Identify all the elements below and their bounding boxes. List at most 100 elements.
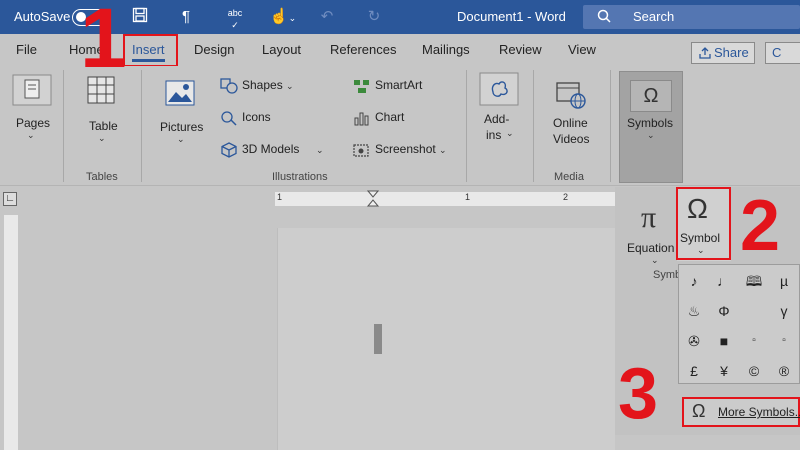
chevron-down-icon: ⌄ xyxy=(439,145,447,156)
symbol-cell[interactable]: ¥ xyxy=(709,357,739,385)
symbol-cell[interactable]: ® xyxy=(769,357,799,385)
indent-marker-icon[interactable] xyxy=(367,190,379,208)
symbol-cell[interactable]: γ xyxy=(769,297,799,325)
omega-icon: Ω xyxy=(630,80,672,112)
ruler-number: 1 xyxy=(465,192,471,202)
text-cursor xyxy=(374,324,382,354)
paragraph-icon[interactable]: ¶ xyxy=(178,7,194,27)
tab-review[interactable]: Review xyxy=(499,42,542,57)
tab-selector-button[interactable]: ∟ xyxy=(3,192,17,206)
chevron-down-icon: ⌄ xyxy=(506,128,514,138)
pictures-label: Pictures xyxy=(160,120,204,134)
icons-icon xyxy=(221,111,237,126)
ruler-number: 2 xyxy=(563,192,569,202)
autosave-label: AutoSave xyxy=(14,9,71,24)
share-label: Share xyxy=(714,45,749,60)
symbol-gallery: ♪ ♩ 🕮 µ ♨ Φ γ ✇ ■ ▫ ▫ £ ¥ © ® xyxy=(678,264,800,384)
symbol-cell[interactable]: 🕮 xyxy=(739,267,769,295)
share-button[interactable]: Share xyxy=(691,42,755,64)
ribbon-separator xyxy=(610,70,611,182)
pages-icon xyxy=(12,74,52,106)
pages-label: Pages xyxy=(16,116,51,130)
tab-references[interactable]: References xyxy=(330,42,396,57)
chart-icon xyxy=(354,112,369,126)
more-symbols-button[interactable]: Ω More Symbols... xyxy=(682,397,800,427)
shapes-button[interactable]: Shapes ⌄ xyxy=(220,78,294,94)
symbol-cell[interactable] xyxy=(739,297,769,325)
ruler-bar: ∟ 1 1 2 xyxy=(0,187,615,211)
save-icon[interactable] xyxy=(130,7,150,27)
document-page[interactable] xyxy=(277,228,615,450)
symbol-cell[interactable]: µ xyxy=(769,267,799,295)
symbol-cell[interactable]: ▫ xyxy=(739,327,769,355)
tab-layout[interactable]: Layout xyxy=(262,42,301,57)
online-videos-button[interactable]: Online Videos xyxy=(547,70,595,170)
shapes-label: Shapes xyxy=(242,78,283,93)
search-box[interactable]: Search xyxy=(583,5,800,29)
screenshot-label: Screenshot xyxy=(375,142,436,157)
undo-icon[interactable]: ↶ xyxy=(318,7,336,27)
add-ins-icon xyxy=(479,72,519,106)
touch-mode-icon[interactable]: ☝⌄ xyxy=(268,7,298,27)
symbol-cell[interactable]: © xyxy=(739,357,769,385)
online-videos-label-line1: Online xyxy=(553,116,588,130)
table-label: Table xyxy=(89,119,118,133)
symbol-cell[interactable]: Φ xyxy=(709,297,739,325)
tab-mailings[interactable]: Mailings xyxy=(422,42,470,57)
symbol-button-highlight xyxy=(676,187,731,260)
omega-icon: Ω xyxy=(692,401,706,421)
add-ins-button[interactable]: Add- ins ⌄ xyxy=(476,70,522,170)
more-symbols-text: More Symbols... xyxy=(718,405,800,419)
symbol-cell[interactable]: ♩ xyxy=(709,267,739,295)
screenshot-button[interactable]: Screenshot ⌄ xyxy=(353,142,447,158)
icons-button[interactable]: Icons xyxy=(220,110,271,126)
pages-button[interactable]: Pages ⌄ xyxy=(10,70,54,170)
symbol-cell[interactable]: £ xyxy=(679,357,709,385)
chevron-down-icon: ⌄ xyxy=(27,130,35,140)
ruler-number: 1 xyxy=(277,192,283,202)
insert-tab-highlight xyxy=(123,34,178,67)
equation-button[interactable]: π Equation ⌄ xyxy=(623,197,683,277)
chevron-down-icon: ⌄ xyxy=(647,130,655,140)
chevron-down-icon: ⌄ xyxy=(651,255,659,265)
search-icon xyxy=(597,9,611,23)
chart-label: Chart xyxy=(375,110,405,125)
symbol-cell[interactable]: ✇ xyxy=(679,327,709,355)
horizontal-ruler[interactable]: 1 1 2 xyxy=(275,190,615,208)
smartart-icon xyxy=(354,80,369,93)
chevron-down-icon: ⌄ xyxy=(98,133,106,143)
spelling-icon[interactable]: abc ✓ xyxy=(224,7,246,30)
redo-icon[interactable]: ↻ xyxy=(365,7,383,27)
smartart-button[interactable]: SmartArt xyxy=(353,78,422,94)
comments-button[interactable]: C xyxy=(765,42,800,64)
tab-view[interactable]: View xyxy=(568,42,596,57)
screenshot-icon xyxy=(353,144,369,157)
symbols-label: Symbols xyxy=(627,116,674,130)
step-number-3: 3 xyxy=(618,354,659,434)
pictures-button[interactable]: Pictures ⌄ xyxy=(156,70,206,170)
symbols-button[interactable]: Ω Symbols ⌄ xyxy=(619,71,683,183)
chevron-down-icon: ⌄ xyxy=(286,81,294,92)
ribbon-separator xyxy=(63,70,64,182)
ribbon-separator xyxy=(141,70,142,182)
comments-label: C xyxy=(772,45,782,60)
chart-button[interactable]: Chart xyxy=(353,110,404,126)
pictures-icon xyxy=(165,80,195,106)
table-button[interactable]: Table ⌄ xyxy=(80,70,124,170)
step-number-2: 2 xyxy=(740,186,781,266)
document-title: Document1 - Word xyxy=(457,9,566,24)
symbol-cell[interactable]: ▫ xyxy=(769,327,799,355)
symbol-cell[interactable]: ♪ xyxy=(679,267,709,295)
pi-icon: π xyxy=(641,201,657,234)
symbol-cell[interactable]: ♨ xyxy=(679,297,709,325)
symbol-cell[interactable]: ■ xyxy=(709,327,739,355)
tab-file[interactable]: File xyxy=(16,42,37,57)
3d-models-button[interactable]: 3D Models ⌄ xyxy=(220,142,324,158)
tab-design[interactable]: Design xyxy=(194,42,234,57)
equation-label: Equation xyxy=(627,241,675,255)
search-placeholder: Search xyxy=(633,9,675,24)
cube-icon xyxy=(221,142,237,158)
3d-models-label: 3D Models xyxy=(242,142,300,157)
vertical-ruler[interactable] xyxy=(4,215,18,450)
online-video-icon xyxy=(556,82,586,109)
